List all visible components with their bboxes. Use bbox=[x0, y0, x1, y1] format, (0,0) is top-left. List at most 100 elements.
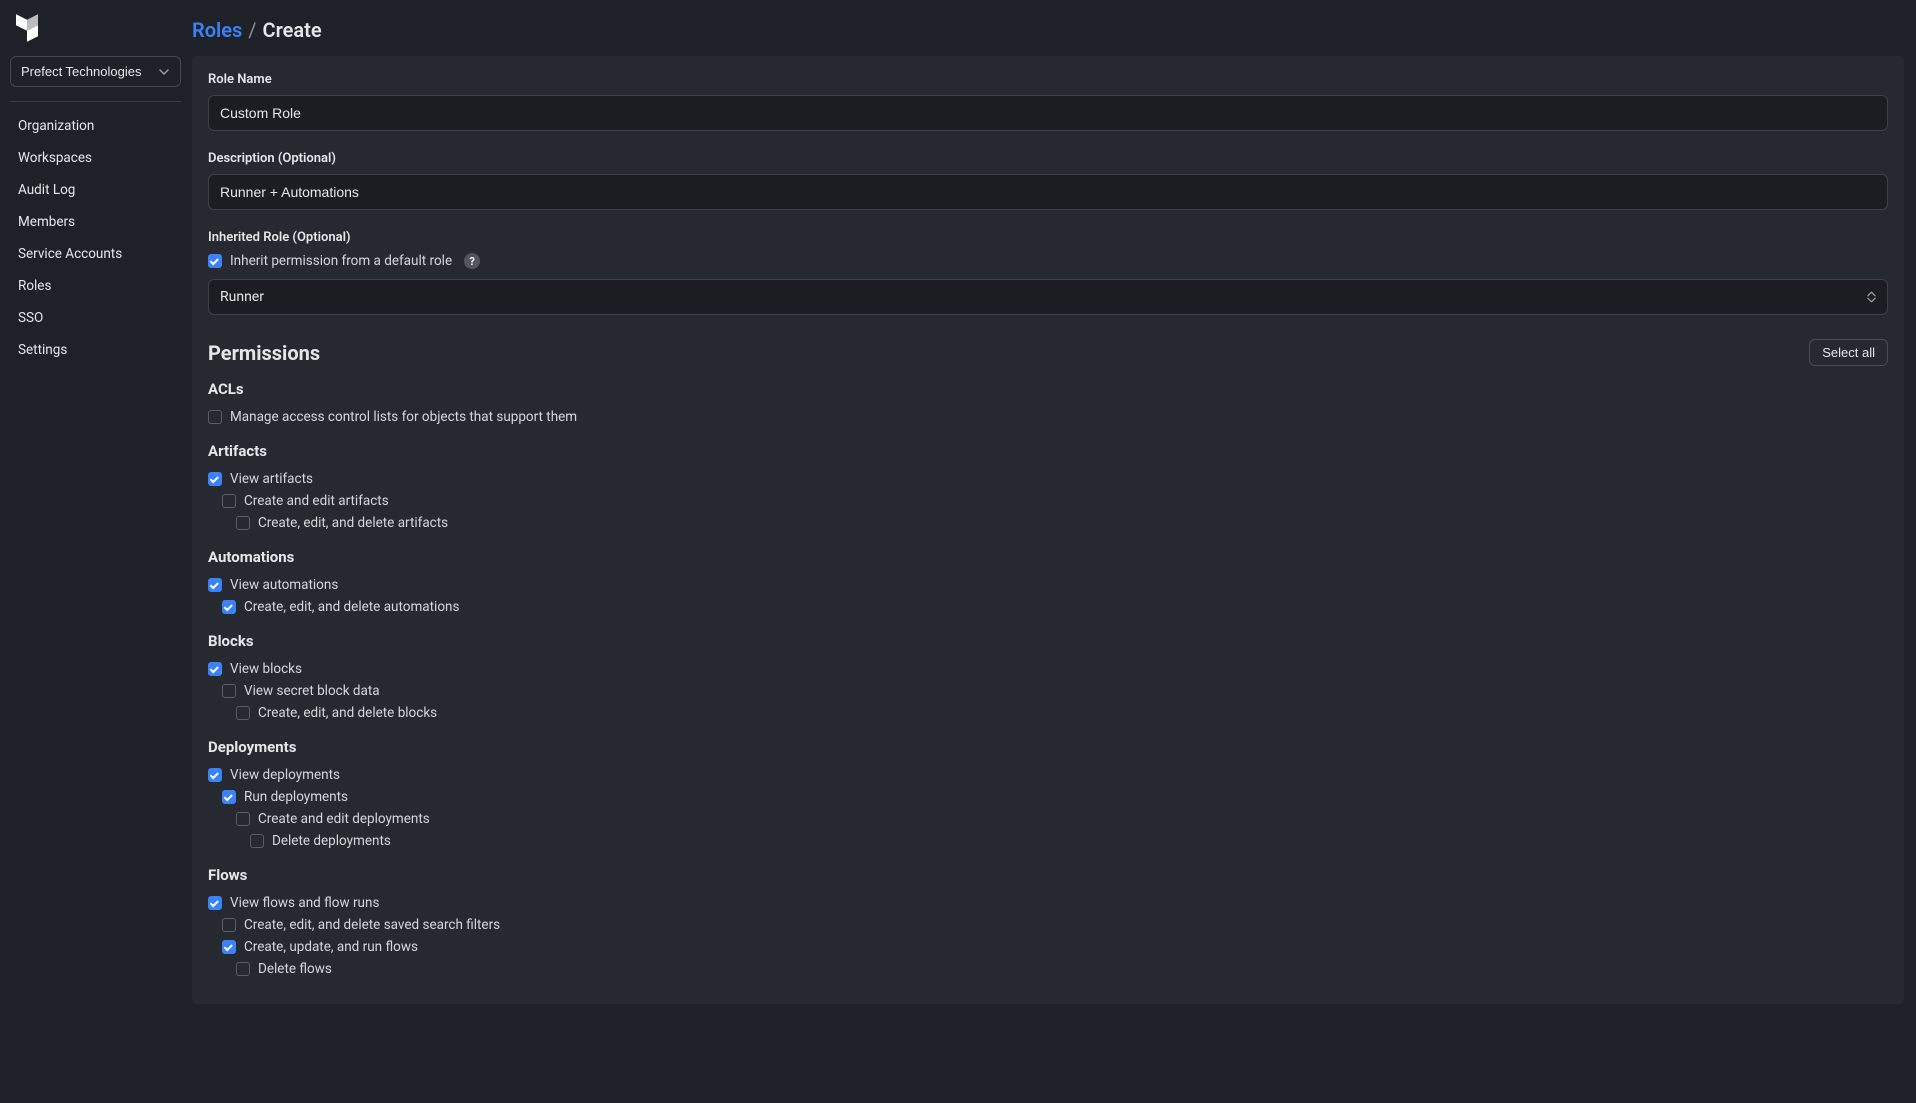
description-label: Description (Optional) bbox=[208, 151, 1888, 166]
permission-label: Create, update, and run flows bbox=[244, 939, 418, 955]
permission-label: View secret block data bbox=[244, 683, 380, 699]
permission-label: View artifacts bbox=[230, 471, 313, 487]
select-all-button[interactable]: Select all bbox=[1809, 339, 1888, 366]
sidebar-item-audit-log[interactable]: Audit Log bbox=[10, 174, 181, 206]
sidebar-nav: Organization Workspaces Audit Log Member… bbox=[10, 110, 181, 366]
permission-checkbox[interactable] bbox=[208, 578, 222, 592]
permission-row: Manage access control lists for objects … bbox=[208, 406, 1888, 428]
permission-label: Delete flows bbox=[258, 961, 332, 977]
inherit-permission-row: Inherit permission from a default role ? bbox=[208, 253, 1888, 269]
permission-row: Create, edit, and delete artifacts bbox=[208, 512, 1888, 534]
sidebar-item-organization[interactable]: Organization bbox=[10, 110, 181, 142]
permission-row: Create, edit, and delete automations bbox=[208, 596, 1888, 618]
chevron-down-icon bbox=[158, 66, 170, 78]
permission-group-acls: ACLs Manage access control lists for obje… bbox=[208, 380, 1888, 428]
inherit-permission-checkbox[interactable] bbox=[208, 254, 222, 268]
permissions-header-row: Permissions Select all bbox=[208, 339, 1888, 366]
permission-group-title: Blocks bbox=[208, 632, 1888, 650]
permission-group-title: Automations bbox=[208, 548, 1888, 566]
permission-group-title: Artifacts bbox=[208, 442, 1888, 460]
permission-row: Create and edit deployments bbox=[208, 808, 1888, 830]
permission-group-title: Flows bbox=[208, 866, 1888, 884]
sidebar-item-members[interactable]: Members bbox=[10, 206, 181, 238]
inherit-permission-label: Inherit permission from a default role bbox=[230, 253, 452, 269]
description-block: Description (Optional) bbox=[208, 151, 1888, 210]
main: Roles / Create Role Name Description (Op… bbox=[192, 0, 1916, 1103]
permission-checkbox[interactable] bbox=[208, 662, 222, 676]
nav-label: Organization bbox=[18, 118, 94, 134]
inherited-role-select-value: Runner bbox=[220, 289, 264, 305]
sidebar-item-settings[interactable]: Settings bbox=[10, 334, 181, 366]
nav-label: Members bbox=[18, 214, 75, 230]
prefect-logo-icon bbox=[16, 14, 175, 42]
permission-row: View flows and flow runs bbox=[208, 892, 1888, 914]
permission-checkbox[interactable] bbox=[222, 918, 236, 932]
sidebar-item-service-accounts[interactable]: Service Accounts bbox=[10, 238, 181, 270]
permission-checkbox[interactable] bbox=[250, 834, 264, 848]
permission-checkbox[interactable] bbox=[222, 790, 236, 804]
inherited-role-label: Inherited Role (Optional) bbox=[208, 230, 1888, 245]
sidebar-divider bbox=[10, 101, 181, 102]
permission-group-deployments: Deployments View deployments Run deploymen… bbox=[208, 738, 1888, 852]
permission-checkbox[interactable] bbox=[222, 684, 236, 698]
permission-group-title: Deployments bbox=[208, 738, 1888, 756]
permission-checkbox[interactable] bbox=[236, 812, 250, 826]
breadcrumb-current: Create bbox=[263, 18, 322, 42]
permission-row: Create, update, and run flows bbox=[208, 936, 1888, 958]
permission-checkbox[interactable] bbox=[222, 940, 236, 954]
permission-label: Create, edit, and delete automations bbox=[244, 599, 459, 615]
permission-label: View automations bbox=[230, 577, 338, 593]
inherited-role-block: Inherited Role (Optional) Inherit permis… bbox=[208, 230, 1888, 315]
inherited-role-select[interactable]: Runner bbox=[208, 279, 1888, 315]
permission-group-automations: Automations View automations Create, edit,… bbox=[208, 548, 1888, 618]
permission-row: Create and edit artifacts bbox=[208, 490, 1888, 512]
breadcrumb-link-roles[interactable]: Roles bbox=[192, 18, 242, 42]
permission-group-title: ACLs bbox=[208, 380, 1888, 398]
permission-row: Delete flows bbox=[208, 958, 1888, 980]
permission-label: View deployments bbox=[230, 767, 340, 783]
permission-checkbox[interactable] bbox=[222, 494, 236, 508]
permission-checkbox[interactable] bbox=[208, 410, 222, 424]
nav-label: Settings bbox=[18, 342, 67, 358]
permission-group-flows: Flows View flows and flow runs Create, edi… bbox=[208, 866, 1888, 980]
permission-label: Run deployments bbox=[244, 789, 348, 805]
permission-checkbox[interactable] bbox=[222, 600, 236, 614]
nav-label: Audit Log bbox=[18, 182, 75, 198]
permission-checkbox[interactable] bbox=[236, 962, 250, 976]
permission-row: View secret block data bbox=[208, 680, 1888, 702]
permission-label: View flows and flow runs bbox=[230, 895, 379, 911]
permission-checkbox[interactable] bbox=[208, 896, 222, 910]
sidebar-item-roles[interactable]: Roles bbox=[10, 270, 181, 302]
sidebar-item-sso[interactable]: SSO bbox=[10, 302, 181, 334]
permission-label: Create and edit deployments bbox=[258, 811, 430, 827]
workspace-picker[interactable]: Prefect Technologies bbox=[10, 56, 181, 87]
nav-label: Roles bbox=[18, 278, 51, 294]
permission-checkbox[interactable] bbox=[208, 472, 222, 486]
role-name-label: Role Name bbox=[208, 72, 1888, 87]
permission-checkbox[interactable] bbox=[236, 516, 250, 530]
permission-group-artifacts: Artifacts View artifacts Create and edit a… bbox=[208, 442, 1888, 534]
permissions-title: Permissions bbox=[208, 341, 320, 365]
permission-row: Create, edit, and delete saved search fi… bbox=[208, 914, 1888, 936]
workspace-picker-label: Prefect Technologies bbox=[21, 64, 141, 79]
permission-checkbox[interactable] bbox=[236, 706, 250, 720]
permission-row: Delete deployments bbox=[208, 830, 1888, 852]
sidebar-item-workspaces[interactable]: Workspaces bbox=[10, 142, 181, 174]
permission-label: View blocks bbox=[230, 661, 302, 677]
permission-label: Create, edit, and delete blocks bbox=[258, 705, 437, 721]
role-name-block: Role Name bbox=[208, 72, 1888, 131]
permissions-groups: ACLs Manage access control lists for obje… bbox=[208, 380, 1888, 980]
description-input[interactable] bbox=[208, 174, 1888, 210]
breadcrumb: Roles / Create bbox=[192, 0, 1916, 56]
help-icon: ? bbox=[464, 253, 480, 269]
permission-row: View artifacts bbox=[208, 468, 1888, 490]
create-role-panel: Role Name Description (Optional) Inherit… bbox=[192, 56, 1904, 1004]
inherited-role-select-wrap: Runner bbox=[208, 279, 1888, 315]
breadcrumb-separator: / bbox=[248, 18, 256, 42]
select-updown-icon bbox=[1867, 291, 1876, 303]
permission-label: Create, edit, and delete artifacts bbox=[258, 515, 448, 531]
role-name-input[interactable] bbox=[208, 95, 1888, 131]
permission-checkbox[interactable] bbox=[208, 768, 222, 782]
permission-row: View deployments bbox=[208, 764, 1888, 786]
nav-label: Workspaces bbox=[18, 150, 92, 166]
